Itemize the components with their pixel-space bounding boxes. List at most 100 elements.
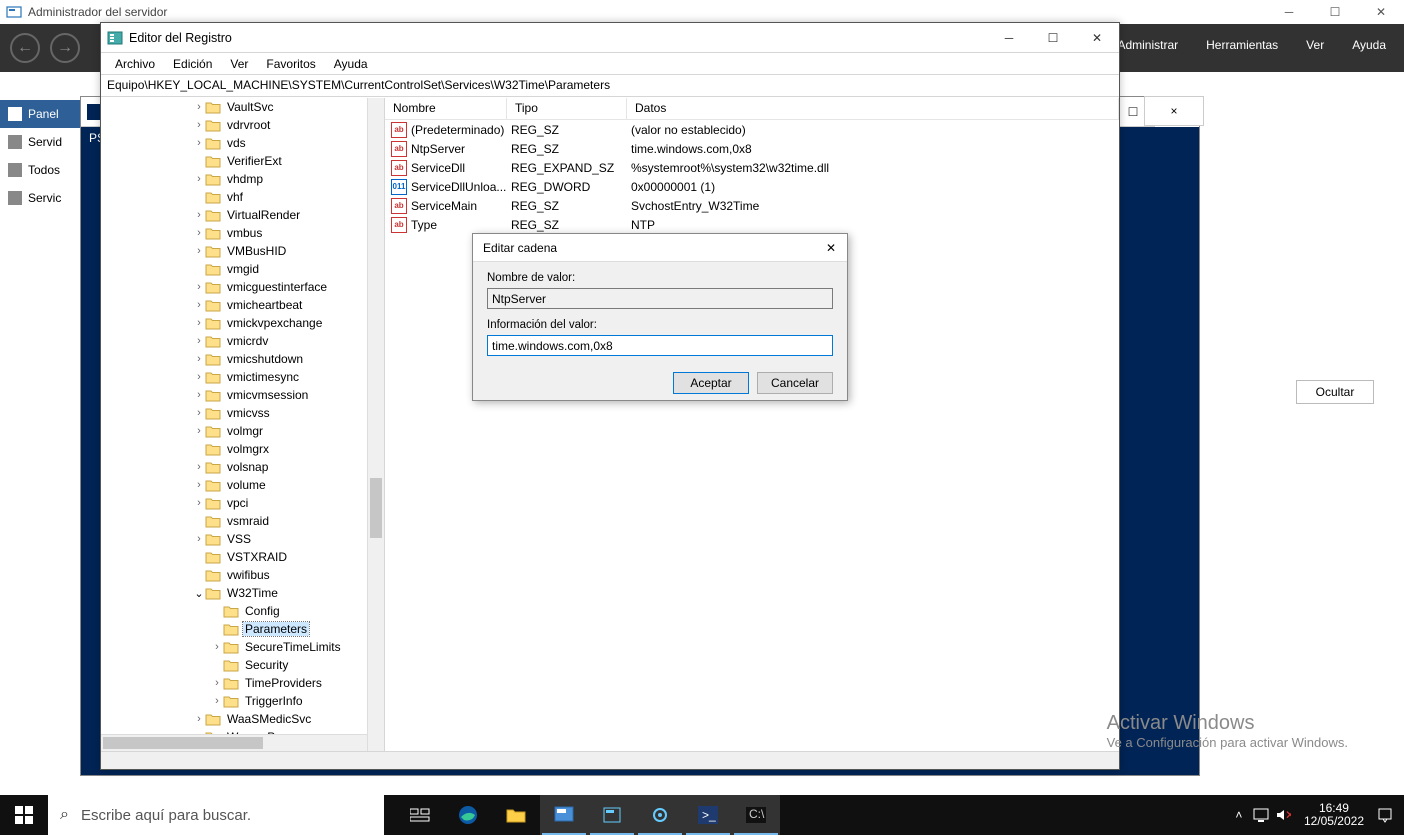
reg-maximize[interactable]: ☐ [1031, 23, 1075, 53]
nav-panel[interactable]: Panel [0, 100, 80, 128]
tree-vscroll-thumb[interactable] [370, 478, 382, 538]
expand-icon[interactable]: › [193, 713, 205, 725]
back-button[interactable]: ← [10, 33, 40, 63]
expand-icon[interactable]: › [193, 281, 205, 293]
menu-ver-reg[interactable]: Ver [222, 55, 256, 73]
expand-icon[interactable]: › [193, 497, 205, 509]
tree-vscroll[interactable] [367, 98, 384, 751]
start-button[interactable] [0, 795, 48, 835]
tree-node-vdrvroot[interactable]: ›vdrvroot [101, 116, 384, 134]
dialog-close[interactable]: ✕ [821, 238, 841, 258]
value-row[interactable]: abNtpServerREG_SZtime.windows.com,0x8 [385, 139, 1119, 158]
expand-icon[interactable]: › [193, 389, 205, 401]
menu-herramientas[interactable]: Herramientas [1206, 38, 1278, 52]
tree-node-vss[interactable]: ›VSS [101, 530, 384, 548]
task-view-button[interactable] [396, 795, 444, 835]
expand-icon[interactable]: › [193, 407, 205, 419]
panel-close[interactable]: × [1144, 96, 1204, 126]
tray-clock[interactable]: 16:49 12/05/2022 [1294, 802, 1374, 828]
tree-node-security[interactable]: Security [101, 656, 384, 674]
tree-node-vhdmp[interactable]: ›vhdmp [101, 170, 384, 188]
expand-icon[interactable]: › [193, 101, 205, 113]
col-datos[interactable]: Datos [627, 98, 1119, 119]
value-data-field[interactable] [487, 335, 833, 356]
network-icon[interactable] [1250, 808, 1272, 822]
regedit-tree[interactable]: ›VaultSvc›vdrvroot›vdsVerifierExt›vhdmpv… [101, 98, 385, 751]
reg-minimize[interactable]: ─ [987, 23, 1031, 53]
expand-icon[interactable]: › [193, 371, 205, 383]
tree-node-vmicvss[interactable]: ›vmicvss [101, 404, 384, 422]
value-row[interactable]: abServiceDllREG_EXPAND_SZ%systemroot%\sy… [385, 158, 1119, 177]
value-row[interactable]: abTypeREG_SZNTP [385, 215, 1119, 234]
expand-icon[interactable]: › [193, 227, 205, 239]
value-row[interactable]: 011ServiceDllUnloa...REG_DWORD0x00000001… [385, 177, 1119, 196]
cancel-button[interactable]: Cancelar [757, 372, 833, 394]
regedit-values[interactable]: Nombre Tipo Datos ab(Predeterminado)REG_… [385, 98, 1119, 751]
tb-powershell[interactable]: >_ [684, 795, 732, 835]
menu-ayuda-reg[interactable]: Ayuda [326, 55, 376, 73]
expand-icon[interactable]: ⌄ [193, 587, 205, 600]
menu-ayuda[interactable]: Ayuda [1352, 38, 1386, 52]
expand-icon[interactable]: › [193, 317, 205, 329]
tree-node-vmicrdv[interactable]: ›vmicrdv [101, 332, 384, 350]
expand-icon[interactable]: › [211, 641, 223, 653]
expand-icon[interactable]: › [193, 173, 205, 185]
regedit-titlebar[interactable]: Editor del Registro ─ ☐ ✕ [101, 23, 1119, 53]
tb-serverman2[interactable] [588, 795, 636, 835]
tree-node-vds[interactable]: ›vds [101, 134, 384, 152]
expand-icon[interactable]: › [193, 209, 205, 221]
regedit-path[interactable]: Equipo\HKEY_LOCAL_MACHINE\SYSTEM\Current… [101, 75, 1119, 97]
nav-todos[interactable]: Todos [0, 156, 80, 184]
tree-node-volume[interactable]: ›volume [101, 476, 384, 494]
value-row[interactable]: ab(Predeterminado)REG_SZ(valor no establ… [385, 120, 1119, 139]
menu-archivo[interactable]: Archivo [107, 55, 163, 73]
tree-node-vmictimesync[interactable]: ›vmictimesync [101, 368, 384, 386]
tree-node-w32time[interactable]: ⌄W32Time [101, 584, 384, 602]
tree-node-vmicshutdown[interactable]: ›vmicshutdown [101, 350, 384, 368]
maximize-button[interactable]: ☐ [1312, 0, 1358, 24]
tree-node-volsnap[interactable]: ›volsnap [101, 458, 384, 476]
tb-sm3[interactable] [636, 795, 684, 835]
expand-icon[interactable]: › [193, 245, 205, 257]
tree-node-waasmedicsvc[interactable]: ›WaaSMedicSvc [101, 710, 384, 728]
tree-node-vaultsvc[interactable]: ›VaultSvc [101, 98, 384, 116]
expand-icon[interactable]: › [193, 335, 205, 347]
tree-node-vmgid[interactable]: vmgid [101, 260, 384, 278]
dialog-title[interactable]: Editar cadena [473, 234, 847, 262]
tree-node-vmicheartbeat[interactable]: ›vmicheartbeat [101, 296, 384, 314]
tree-node-vmbushid[interactable]: ›VMBusHID [101, 242, 384, 260]
expand-icon[interactable]: › [211, 677, 223, 689]
tree-node-triggerinfo[interactable]: ›TriggerInfo [101, 692, 384, 710]
notifications-icon[interactable] [1374, 807, 1396, 823]
tree-hscroll[interactable] [101, 734, 367, 751]
tree-node-timeproviders[interactable]: ›TimeProviders [101, 674, 384, 692]
nav-servicios[interactable]: Servic [0, 184, 80, 212]
tree-node-verifierext[interactable]: VerifierExt [101, 152, 384, 170]
reg-close[interactable]: ✕ [1075, 23, 1119, 53]
value-row[interactable]: abServiceMainREG_SZSvchostEntry_W32Time [385, 196, 1119, 215]
expand-icon[interactable]: › [193, 119, 205, 131]
menu-favoritos[interactable]: Favoritos [258, 55, 323, 73]
tree-node-volmgrx[interactable]: volmgrx [101, 440, 384, 458]
menu-edicion[interactable]: Edición [165, 55, 220, 73]
menu-ver[interactable]: Ver [1306, 38, 1324, 52]
expand-icon[interactable]: › [193, 425, 205, 437]
col-nombre[interactable]: Nombre [385, 98, 507, 119]
tb-explorer[interactable] [492, 795, 540, 835]
tree-node-config[interactable]: Config [101, 602, 384, 620]
sound-icon[interactable]: ✕ [1272, 808, 1294, 822]
col-tipo[interactable]: Tipo [507, 98, 627, 119]
expand-icon[interactable]: › [193, 533, 205, 545]
tree-node-virtualrender[interactable]: ›VirtualRender [101, 206, 384, 224]
tree-node-parameters[interactable]: Parameters [101, 620, 384, 638]
nav-servidor[interactable]: Servid [0, 128, 80, 156]
tray-up-icon[interactable]: ˄ [1228, 808, 1250, 822]
tree-node-vsmraid[interactable]: vsmraid [101, 512, 384, 530]
tree-node-vhf[interactable]: vhf [101, 188, 384, 206]
tree-node-vwifibus[interactable]: vwifibus [101, 566, 384, 584]
tree-node-vmicguestinterface[interactable]: ›vmicguestinterface [101, 278, 384, 296]
tb-serverman[interactable] [540, 795, 588, 835]
tree-node-securetimelimits[interactable]: ›SecureTimeLimits [101, 638, 384, 656]
tree-node-vmickvpexchange[interactable]: ›vmickvpexchange [101, 314, 384, 332]
tree-node-vmbus[interactable]: ›vmbus [101, 224, 384, 242]
